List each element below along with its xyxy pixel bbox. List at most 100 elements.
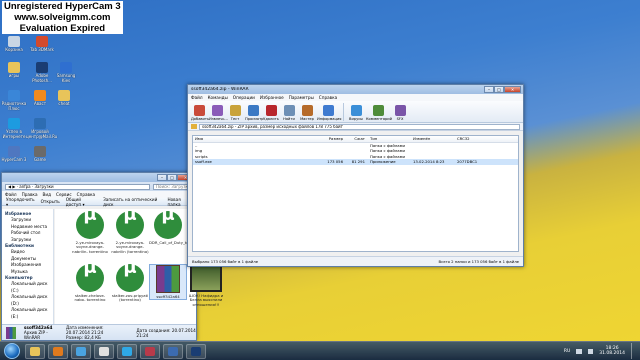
desktop-icon-label: cheat (58, 101, 70, 106)
desktop-icon-recycle-bin[interactable]: Корзина (0, 36, 28, 53)
file-item[interactable]: 2-ye-mirovaya-voyne-drange-nabrilin (tor… (111, 211, 149, 254)
column-size[interactable]: Размер (318, 136, 346, 142)
taskbar: RU 18:26 31.08.2014 (0, 341, 640, 360)
organize-button[interactable]: Упорядочить ▾ (6, 197, 35, 207)
desktop-icon-hypercam[interactable]: HyperCam 3 (0, 146, 28, 163)
winrar-statusbar: Выбрано 173 056 байт в 1 файле Всего 2 п… (188, 256, 523, 266)
table-row-selected[interactable]: ssoff.exe 173 056 81 291 Приложение 13.0… (193, 159, 518, 165)
column-modified[interactable]: Изменён (411, 136, 455, 142)
start-button[interactable] (4, 343, 20, 359)
add-button[interactable]: Добавить (191, 105, 210, 121)
desktop-icon-radio[interactable]: Радиоточка Плюс (0, 90, 28, 111)
taskbar-app[interactable] (48, 343, 68, 359)
info-button[interactable]: Информация (317, 105, 341, 121)
system-tray: RU 18:26 31.08.2014 (564, 343, 640, 359)
taskbar-app[interactable] (25, 343, 45, 359)
maximize-button[interactable]: □ (167, 174, 177, 181)
desktop-icon-label: Tab 3DMark (30, 47, 54, 52)
winrar-titlebar[interactable]: ssoff342a64.zip - WinRAR – □ ✕ (188, 85, 523, 94)
nav-item[interactable]: Локальный диск (E:) (5, 307, 53, 320)
desktop-icon-game[interactable]: Game (26, 146, 54, 163)
file-item[interactable]: stalker-zov-pripyati (torrentino) (111, 264, 149, 303)
extract-button[interactable]: Извлечь... (209, 105, 228, 121)
network-icon[interactable] (576, 348, 583, 354)
sfx-button[interactable]: SFX (392, 105, 408, 121)
archive-path[interactable]: ssoff342a64.zip - ZIP архив, размер исхо… (199, 123, 520, 130)
menu-favorites[interactable]: Избранное (260, 95, 284, 100)
address-input[interactable]: ◀ ▶ · anfpa · Загрузки (5, 183, 150, 190)
menu-help[interactable]: Справка (319, 95, 337, 100)
volume-icon[interactable] (588, 348, 594, 354)
minimize-button[interactable]: – (484, 86, 494, 93)
file-item[interactable]: DDR_Call_of_Duty_torrentino (149, 211, 204, 245)
desktop-icon-label: Радиоточка Плюс (1, 101, 27, 111)
nav-item[interactable]: Локальный диск (D:) (5, 294, 53, 307)
row-packed: 81 291 (351, 159, 365, 165)
explorer-window[interactable]: – □ ✕ ◀ ▶ · anfpa · Загрузки Поиск: Загруз… (1, 172, 223, 341)
details-type: Архив ZIP - WinRAR (23, 330, 48, 340)
tool-label: Добавить (191, 117, 210, 121)
menu-file[interactable]: Файл (191, 95, 203, 100)
game-icon (34, 146, 46, 157)
test-icon (229, 105, 241, 116)
virus-scan-icon (350, 105, 362, 116)
file-name: 2-ye-mirovaya-voyne-drange-nabrilin (tor… (111, 240, 149, 254)
column-type[interactable]: Тип (368, 136, 411, 142)
taskbar-app[interactable] (94, 343, 114, 359)
address-bar[interactable]: ◀ ▶ · anfpa · Загрузки Поиск: Загрузки (2, 182, 196, 191)
clock[interactable]: 18:26 31.08.2014 (599, 346, 625, 356)
maximize-button[interactable]: □ (494, 86, 504, 93)
tool-label: Просмотр (245, 117, 264, 121)
column-packed[interactable]: Сжат (346, 136, 368, 142)
row-type: Приложение (370, 159, 396, 165)
file-area: 2-ye-mirovaya-voyne-drange-nabrilin- tor… (55, 209, 223, 324)
desktop-icon-success[interactable]: Успех в Интернете (0, 118, 28, 139)
taskbar-app[interactable] (140, 343, 160, 359)
taskbar-app[interactable] (163, 343, 183, 359)
winrar-toolbar: Добавить Извлечь... Тест Просмотр Удалит… (188, 101, 523, 123)
desktop-icon-3dmark[interactable]: Tab 3DMark (28, 36, 56, 53)
file-name: ШОК! Нафидра и Белла выяснили отношения!… (188, 293, 224, 307)
test-button[interactable]: Тест (227, 105, 243, 121)
watermark-line: www.solveigmm.com (14, 12, 111, 23)
language-indicator[interactable]: RU (564, 349, 570, 354)
delete-button[interactable]: Удалить (263, 105, 279, 121)
taskbar-app[interactable] (186, 343, 206, 359)
desktop-icon-mailru-games[interactable]: Игровой центр@Mail.Ru (26, 118, 58, 139)
minimize-button[interactable]: – (157, 174, 167, 181)
up-folder-icon[interactable] (191, 124, 197, 129)
file-name: ssoff342a64 (156, 294, 180, 299)
find-button[interactable]: Найти (281, 105, 297, 121)
folder-icon (58, 90, 70, 101)
view-button[interactable]: Просмотр (245, 105, 264, 121)
wizard-button[interactable]: Мастер (299, 105, 315, 121)
file-item[interactable]: ШОК! Нафидра и Белла выяснили отношения!… (187, 264, 225, 307)
explorer-titlebar[interactable]: – □ ✕ (2, 173, 196, 182)
taskbar-app[interactable] (71, 343, 91, 359)
desktop-icon-cheat[interactable]: cheat (50, 90, 78, 107)
file-item-selected[interactable]: ssoff342a64 (149, 264, 187, 301)
desktop-icon-kies[interactable]: Samsung Kies (52, 62, 80, 83)
column-name[interactable]: Имя (193, 136, 318, 142)
menu-commands[interactable]: Команды (208, 95, 228, 100)
nav-item[interactable]: Локальный диск (C:) (5, 281, 53, 294)
menu-options[interactable]: Параметры (289, 95, 314, 100)
column-crc[interactable]: CRC32 (455, 136, 485, 142)
delete-icon (265, 105, 277, 116)
menu-operations[interactable]: Операции (233, 95, 255, 100)
desktop-icon-label: Игровой центр@Mail.Ru (26, 129, 58, 139)
open-button[interactable]: Открыть (41, 199, 60, 204)
menu-view[interactable]: Вид (43, 192, 52, 197)
file-item[interactable]: stalker-chelove-nabo- torrentino (71, 264, 109, 303)
virus-scan-button[interactable]: Вирусы (348, 105, 364, 121)
photoshop-icon (36, 62, 48, 73)
desktop-icon-games[interactable]: игры (0, 62, 28, 79)
close-button[interactable]: ✕ (504, 86, 521, 93)
watermark-line: Evaluation Expired (19, 23, 106, 34)
file-item[interactable]: 2-ye-mirovaya-voyne-drange-nabrilin- tor… (71, 211, 109, 254)
taskbar-app[interactable] (117, 343, 137, 359)
tool-label: Удалить (263, 117, 279, 121)
winrar-window[interactable]: ssoff342a64.zip - WinRAR – □ ✕ Файл Команд… (187, 84, 524, 267)
show-desktop-button[interactable] (631, 343, 636, 359)
comment-button[interactable]: Комментарий (366, 105, 392, 121)
